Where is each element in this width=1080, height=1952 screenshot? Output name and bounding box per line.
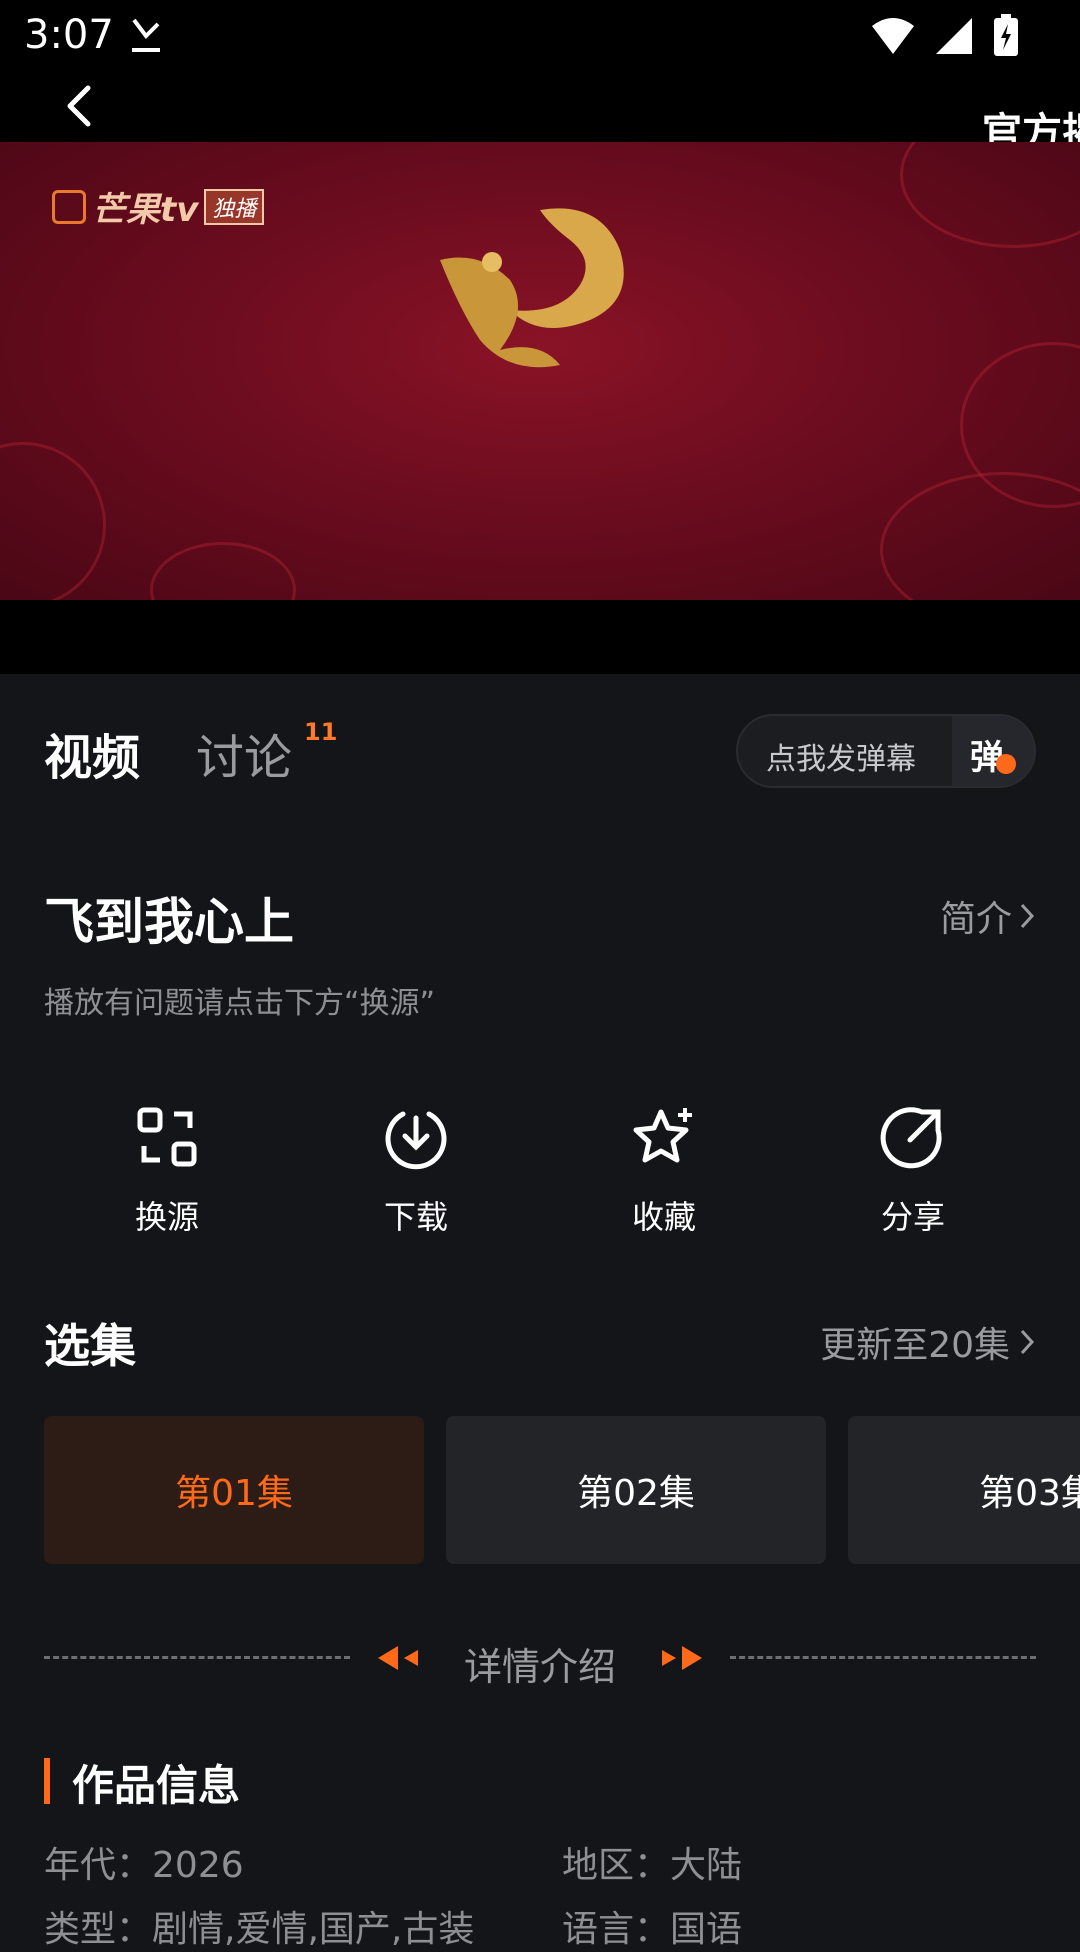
danmu-check-icon bbox=[996, 754, 1016, 774]
info-year-label: 年代： bbox=[44, 1845, 153, 1886]
signal-icon bbox=[936, 18, 972, 54]
info-language-value: 国语 bbox=[670, 1909, 743, 1950]
info-year: 年代：2026 bbox=[44, 1836, 244, 1888]
info-region-value: 大陆 bbox=[670, 1845, 743, 1886]
forward-arrows-icon bbox=[662, 1646, 702, 1670]
info-region: 地区：大陆 bbox=[562, 1836, 742, 1888]
top-nav: 官方揭 bbox=[0, 72, 1080, 156]
info-accent-bar bbox=[44, 1758, 50, 1804]
switch-source-button[interactable]: 换源 bbox=[97, 1104, 237, 1238]
share-button[interactable]: 分享 bbox=[843, 1104, 983, 1238]
favorite-button[interactable]: 收藏 bbox=[594, 1104, 734, 1238]
episode-item[interactable]: 第01集 bbox=[44, 1416, 424, 1564]
dashed-line bbox=[730, 1656, 1036, 1659]
share-icon bbox=[880, 1107, 942, 1169]
cloud-decoration bbox=[150, 542, 296, 600]
action-row: 换源 下载 收藏 分享 bbox=[0, 1104, 1080, 1244]
tab-discussion[interactable]: 讨论 bbox=[196, 718, 292, 788]
favorite-label: 收藏 bbox=[631, 1198, 696, 1236]
exclusive-badge: 独播 bbox=[204, 188, 265, 225]
danmu-input-pill[interactable]: 点我发弹幕 弹 bbox=[736, 714, 1036, 788]
status-icons bbox=[870, 12, 1020, 60]
back-icon[interactable] bbox=[58, 82, 98, 130]
share-label: 分享 bbox=[880, 1198, 945, 1236]
info-language-label: 语言： bbox=[562, 1909, 671, 1950]
mgtv-logo-icon bbox=[52, 189, 86, 224]
danmu-input[interactable]: 点我发弹幕 bbox=[766, 734, 916, 778]
info-region-label: 地区： bbox=[562, 1845, 671, 1886]
info-language: 语言：国语 bbox=[562, 1900, 742, 1952]
video-bottom-bar bbox=[0, 600, 1080, 674]
info-type-value: 剧情,爱情,国产,古装 bbox=[152, 1909, 475, 1950]
download-status-icon bbox=[132, 18, 160, 52]
tab-video[interactable]: 视频 bbox=[44, 718, 140, 788]
video-player[interactable]: 芒果tv 独播 bbox=[0, 142, 1080, 600]
episode-list: 第01集 第02集 第03集 bbox=[44, 1416, 1080, 1566]
show-title: 飞到我心上 bbox=[44, 893, 294, 951]
details-divider-label: 详情介绍 bbox=[463, 1645, 616, 1689]
episode-item[interactable]: 第03集 bbox=[848, 1416, 1080, 1564]
info-type-label: 类型： bbox=[44, 1909, 153, 1950]
chevron-right-icon bbox=[1020, 1329, 1035, 1355]
switch-source-label: 换源 bbox=[134, 1198, 199, 1236]
switch-source-icon bbox=[137, 1107, 197, 1167]
battery-icon bbox=[994, 14, 1018, 56]
download-icon bbox=[385, 1111, 447, 1170]
info-year-value: 2026 bbox=[152, 1845, 244, 1886]
download-label: 下载 bbox=[383, 1198, 448, 1236]
intro-link[interactable]: 简介 bbox=[940, 890, 1036, 942]
phoenix-emblem-icon bbox=[440, 208, 624, 368]
episodes-title: 选集 bbox=[44, 1319, 136, 1373]
status-bar: 3:07 bbox=[0, 0, 1080, 72]
download-button[interactable]: 下载 bbox=[346, 1104, 486, 1238]
discussion-count-badge: 11 bbox=[304, 718, 338, 746]
mgtv-logo: 芒果tv 独播 bbox=[52, 182, 265, 231]
wifi-icon bbox=[872, 18, 914, 54]
cloud-decoration bbox=[880, 472, 1080, 600]
intro-link-label: 简介 bbox=[939, 899, 1012, 940]
episodes-update-label: 更新至20集 bbox=[820, 1325, 1010, 1366]
info-type: 类型：剧情,爱情,国产,古装 bbox=[44, 1900, 474, 1952]
details-divider: 详情介绍 bbox=[44, 1636, 1036, 1689]
playback-hint: 播放有问题请点击下方“换源” bbox=[44, 986, 436, 1021]
danmu-toggle-button[interactable]: 弹 bbox=[952, 716, 1034, 786]
status-time: 3:07 bbox=[24, 12, 114, 58]
mgtv-logo-text: 芒果tv bbox=[92, 190, 199, 230]
content-tabs: 视频 讨论 11 点我发弹幕 弹 bbox=[0, 674, 1080, 834]
cloud-decoration bbox=[0, 442, 106, 600]
episode-item[interactable]: 第02集 bbox=[446, 1416, 826, 1564]
episodes-update-link[interactable]: 更新至20集 bbox=[820, 1316, 1036, 1368]
chevron-right-icon bbox=[1020, 903, 1035, 929]
favorite-star-icon bbox=[633, 1108, 692, 1163]
info-title: 作品信息 bbox=[72, 1761, 241, 1810]
cloud-decoration bbox=[900, 142, 1080, 248]
